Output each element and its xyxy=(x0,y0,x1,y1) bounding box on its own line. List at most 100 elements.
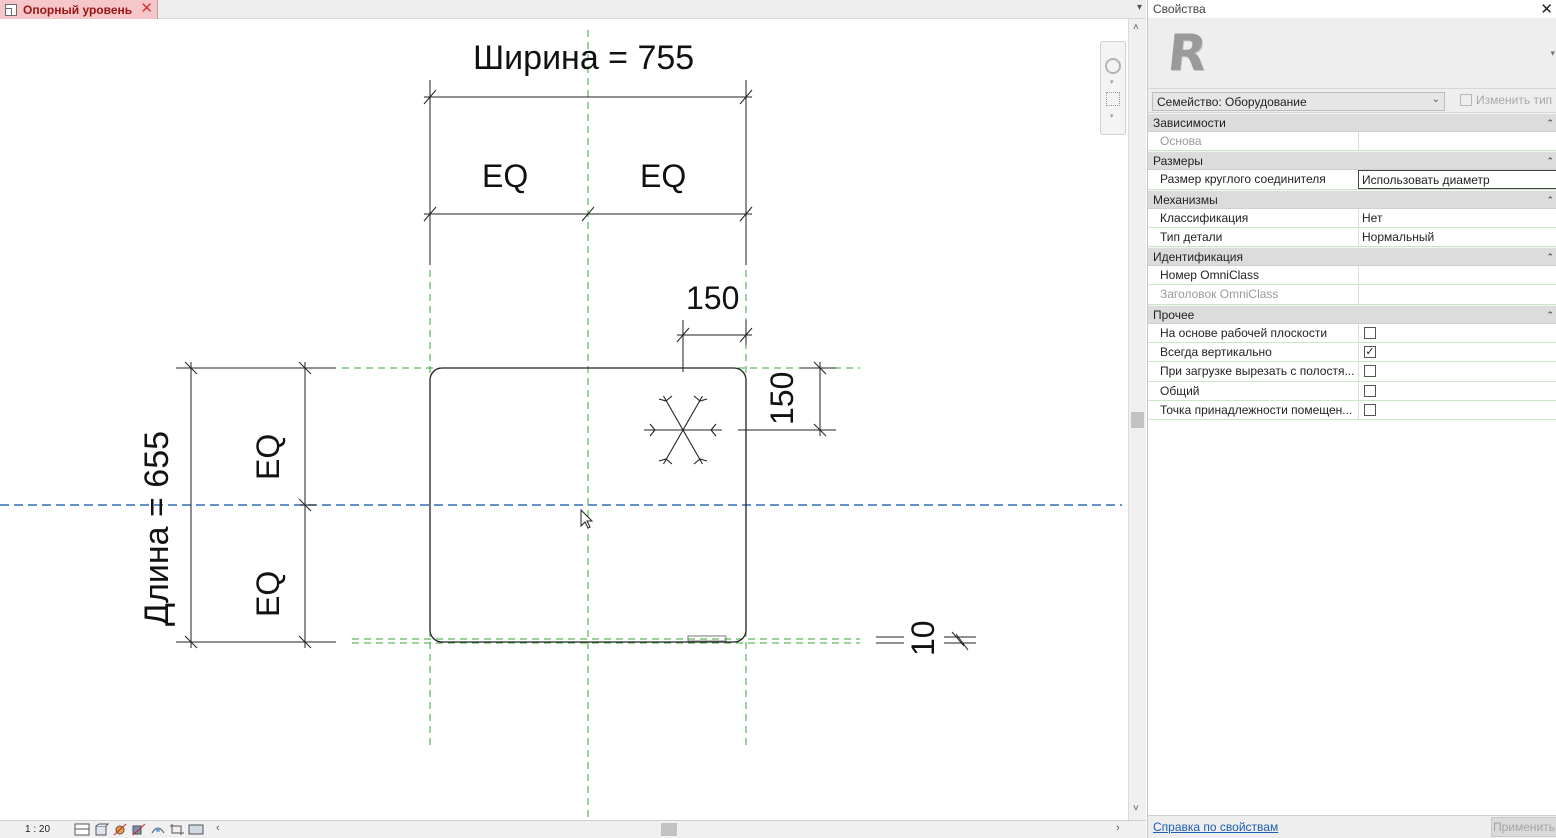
sun-path-off-icon[interactable] xyxy=(112,823,128,836)
property-row: При загрузке вырезать с полостя... xyxy=(1148,362,1556,382)
property-group-header[interactable]: Механизмы ⌃ xyxy=(1148,189,1556,209)
property-name: Классификация xyxy=(1160,210,1249,225)
drawing-canvas[interactable]: Ширина = 755 EQ EQ 150 Длина = 655 EQ EQ… xyxy=(0,19,1128,820)
scroll-left-icon[interactable]: ‹ xyxy=(216,822,220,834)
eq-label-top-right[interactable]: EQ xyxy=(640,160,686,192)
apply-button[interactable]: Применить xyxy=(1491,817,1556,837)
property-row: Тип детали Нормальный xyxy=(1148,227,1556,248)
property-row: Номер OmniClass xyxy=(1148,266,1556,286)
property-row: Размер круглого соединителя Использовать … xyxy=(1148,170,1556,190)
scroll-down-icon[interactable]: ˅ xyxy=(1133,803,1139,814)
length-parameter-label[interactable]: Длина = 655 xyxy=(138,431,176,626)
properties-grid: Зависимости ⌃ Основа Размеры ⌃ Размер круглог… xyxy=(1148,113,1556,421)
close-icon[interactable]: ✕ xyxy=(140,1,153,17)
property-name: Основа xyxy=(1160,134,1202,148)
property-row: Заголовок OmniClass xyxy=(1148,285,1556,305)
width-parameter-label[interactable]: Ширина = 755 xyxy=(473,41,694,75)
scroll-thumb[interactable] xyxy=(661,823,677,836)
view-control-bar: 1 : 20 ‹ › xyxy=(0,820,1146,838)
offset-dimension-vertical-value[interactable]: 150 xyxy=(764,372,800,425)
zoom-region-icon[interactable] xyxy=(1106,92,1120,106)
property-value[interactable]: Нет xyxy=(1358,208,1556,227)
property-group-header[interactable]: Размеры ⌃ xyxy=(1148,151,1556,171)
property-group-label: Зависимости xyxy=(1153,116,1226,130)
property-value xyxy=(1358,285,1556,304)
shadows-off-icon[interactable] xyxy=(131,823,147,836)
snowflake-symbol xyxy=(644,395,722,465)
collapse-icon[interactable]: ⌃ xyxy=(1546,248,1554,266)
edit-type-icon xyxy=(1460,94,1472,106)
offset-dimension-horizontal-value[interactable]: 150 xyxy=(686,282,739,314)
navigation-bar[interactable]: ▾ ▾ xyxy=(1100,41,1126,135)
checkbox[interactable] xyxy=(1364,384,1376,397)
checkbox[interactable] xyxy=(1364,403,1376,416)
view-tab-reference-level[interactable]: Опорный уровень ✕ xyxy=(0,0,158,19)
chevron-down-icon[interactable]: ▾ xyxy=(1550,48,1555,59)
property-value[interactable]: Использовать диаметр xyxy=(1358,170,1556,189)
checkbox-checked[interactable]: ✓ xyxy=(1364,346,1376,359)
crop-view-icon[interactable] xyxy=(169,823,185,836)
eq-label-left-bottom[interactable]: EQ xyxy=(250,571,286,617)
vertical-scrollbar[interactable]: ˄ ˅ xyxy=(1128,19,1146,820)
property-value xyxy=(1358,132,1556,151)
scroll-right-icon[interactable]: › xyxy=(1116,822,1120,834)
property-group-label: Механизмы xyxy=(1153,192,1218,207)
property-value[interactable] xyxy=(1358,266,1556,285)
property-group-header[interactable]: Прочее ⌃ xyxy=(1148,304,1556,324)
property-checkbox-cell[interactable] xyxy=(1358,381,1556,400)
collapse-icon[interactable]: ⌃ xyxy=(1546,306,1554,324)
property-row: Точка принадлежности помещен... xyxy=(1148,400,1556,421)
thickness-dimension-value[interactable]: 10 xyxy=(905,620,941,656)
family-filter-dropdown[interactable]: Семейство: Оборудование ⌄ xyxy=(1152,92,1445,111)
tab-list-dropdown-icon[interactable]: ▾ xyxy=(1137,2,1142,13)
revit-logo-icon: R xyxy=(1164,24,1210,82)
eq-label-top-left[interactable]: EQ xyxy=(482,160,528,192)
properties-footer: Справка по свойствам Применить xyxy=(1148,815,1556,838)
reference-planes xyxy=(342,30,860,820)
view-tab-bar: Опорный уровень ✕ ▾ xyxy=(0,0,1146,19)
view-control-icons xyxy=(74,823,204,836)
collapse-icon[interactable]: ⌃ xyxy=(1546,152,1554,170)
offset-dimension-horizontal xyxy=(676,320,753,372)
property-value[interactable]: Нормальный xyxy=(1358,227,1556,247)
edit-type-button[interactable]: Изменить тип xyxy=(1460,93,1552,107)
property-group-label: Прочее xyxy=(1153,307,1195,322)
checkbox[interactable] xyxy=(1364,326,1376,339)
eq-label-left-top[interactable]: EQ xyxy=(250,434,286,480)
property-name: При загрузке вырезать с полостя... xyxy=(1160,364,1355,379)
steering-wheel-icon[interactable] xyxy=(1105,58,1121,74)
property-name: Всегда вертикально xyxy=(1160,345,1272,360)
property-name: Точка принадлежности помещен... xyxy=(1160,402,1353,417)
horizontal-scrollbar[interactable]: ‹ › xyxy=(214,822,1146,838)
detail-level-icon[interactable] xyxy=(74,823,90,836)
property-checkbox-cell[interactable] xyxy=(1358,362,1556,381)
property-row: Классификация Нет xyxy=(1148,208,1556,228)
properties-help-link[interactable]: Справка по свойствам xyxy=(1153,820,1278,834)
scroll-up-icon[interactable]: ˄ xyxy=(1133,22,1139,33)
property-name: Номер OmniClass xyxy=(1160,268,1259,283)
view-scale[interactable]: 1 : 20 xyxy=(0,824,70,835)
collapse-icon[interactable]: ⌃ xyxy=(1546,191,1554,209)
show-crop-region-icon[interactable] xyxy=(188,823,204,836)
property-checkbox-cell[interactable] xyxy=(1358,400,1556,420)
type-selector[interactable]: R ▾ xyxy=(1148,18,1556,89)
property-checkbox-cell[interactable] xyxy=(1358,323,1556,343)
property-group-header[interactable]: Идентификация ⌃ xyxy=(1148,247,1556,267)
properties-palette: Свойства ✕ R ▾ Семейство: Оборудование ⌄… xyxy=(1147,0,1556,838)
chevron-down-icon[interactable]: ▾ xyxy=(1110,112,1114,120)
checkbox[interactable] xyxy=(1364,365,1376,378)
property-name: Заголовок OmniClass xyxy=(1160,287,1279,302)
property-name: Размер круглого соединителя xyxy=(1160,172,1326,187)
close-icon[interactable]: ✕ xyxy=(1540,0,1553,18)
visual-style-icon[interactable] xyxy=(93,823,109,836)
collapse-icon[interactable]: ⌃ xyxy=(1546,114,1554,132)
property-name: На основе рабочей плоскости xyxy=(1160,325,1328,340)
property-name: Тип детали xyxy=(1160,229,1223,244)
show-rendering-icon[interactable] xyxy=(150,823,166,836)
floor-plan-icon xyxy=(4,3,18,17)
scroll-thumb[interactable] xyxy=(1131,412,1144,428)
property-group-header[interactable]: Зависимости ⌃ xyxy=(1148,113,1556,132)
property-checkbox-cell[interactable]: ✓ xyxy=(1358,343,1556,362)
property-row: Всегда вертикально ✓ xyxy=(1148,343,1556,363)
chevron-down-icon[interactable]: ▾ xyxy=(1110,78,1114,86)
